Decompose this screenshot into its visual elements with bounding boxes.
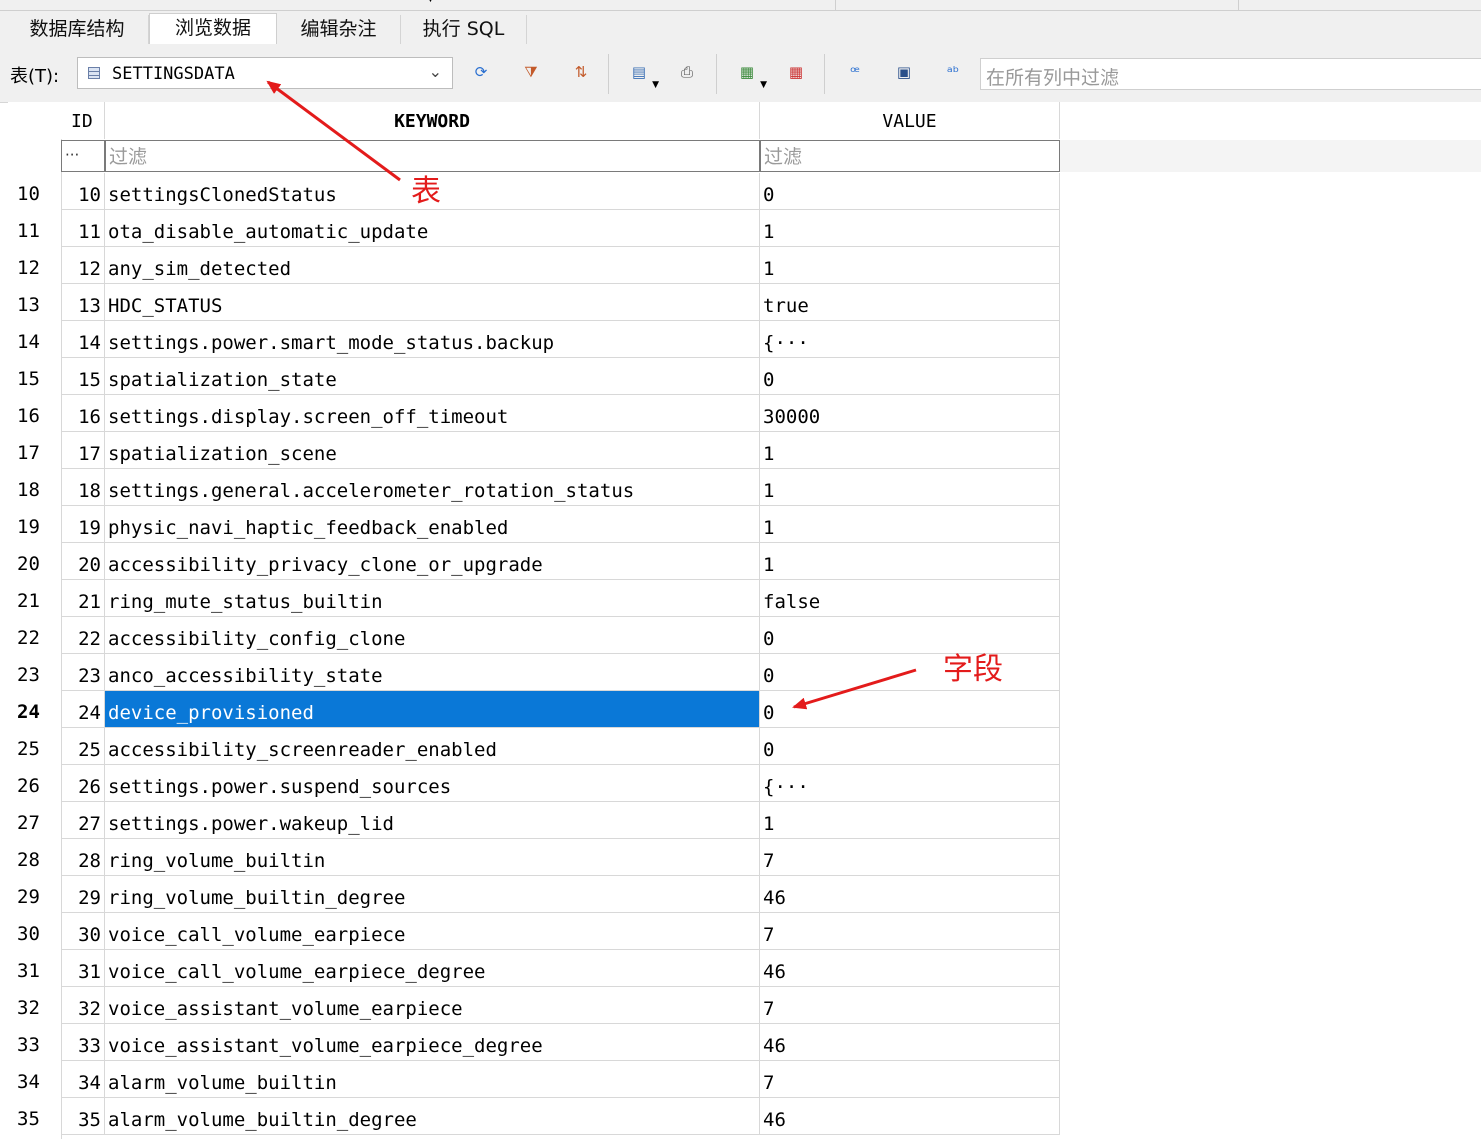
- annotation-arrow-field: [792, 668, 917, 710]
- annotation-label-field: 字段: [943, 652, 1003, 687]
- annotation-arrow-table: [266, 80, 401, 182]
- annotation-label-table: 表: [411, 174, 441, 209]
- annotation-layer: [266, 80, 917, 710]
